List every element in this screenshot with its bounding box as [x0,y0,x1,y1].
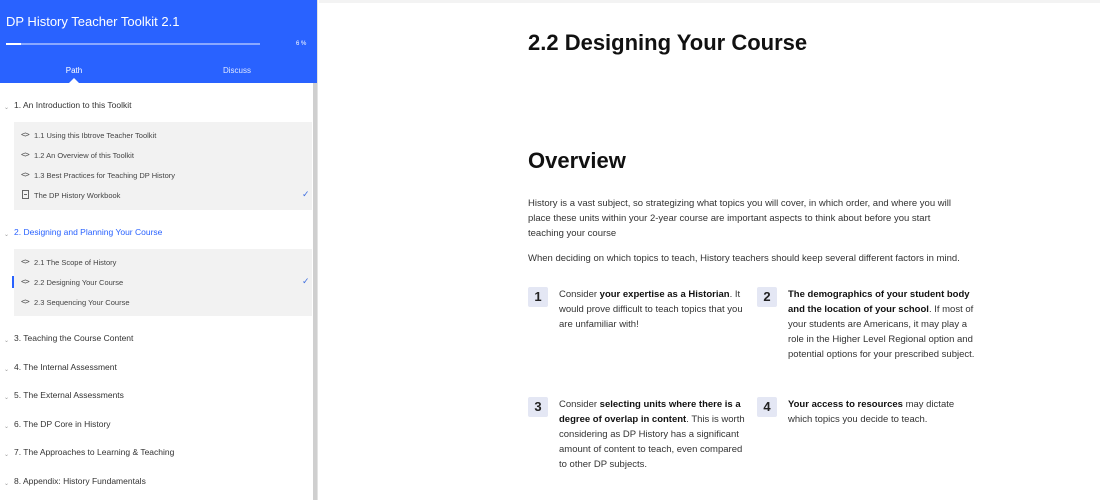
code-icon: <> [21,277,30,286]
section-designing-planning[interactable]: ⌄ 2. Designing and Planning Your Course [0,225,312,243]
list-item[interactable]: <> 1.1 Using this Ibtrove Teacher Toolki… [14,126,312,144]
list-item[interactable]: <> 1.2 An Overview of this Toolkit [14,146,312,164]
code-icon: <> [21,170,30,179]
section-approaches[interactable]: ⌄ 7. The Approaches to Learning & Teachi… [0,445,312,463]
course-title: DP History Teacher Toolkit 2.1 [6,14,180,29]
factor-text: Your access to resources may dictate whi… [788,399,955,425]
section-label: 2. Designing and Planning Your Course [14,227,163,237]
section-label: 4. The Internal Assessment [14,362,117,372]
code-icon: <> [21,257,30,266]
document-icon [22,190,29,199]
item-label: 2.2 Designing Your Course [34,278,124,287]
list-item[interactable]: The DP History Workbook ✓ [14,186,312,204]
checkmark-icon: ✓ [302,189,310,199]
sidebar-header: DP History Teacher Toolkit 2.1 6 % Path … [0,0,317,83]
active-indicator [12,276,14,288]
factor-text: The demographics of your student body an… [788,289,975,360]
top-divider [319,0,1100,3]
list-item[interactable]: <> 2.3 Sequencing Your Course [14,293,312,311]
section-2-items: <> 2.1 The Scope of History <> 2.2 Desig… [12,249,312,316]
section-label: 8. Appendix: History Fundamentals [14,476,146,486]
factor-text: Consider your expertise as a Historian. … [559,289,743,330]
chevron-down-icon: ⌄ [4,395,10,401]
sidebar-scrollbar[interactable] [313,83,317,500]
progress-percent: 6 % [296,41,307,47]
section-label: 6. The DP Core in History [14,419,111,429]
chevron-down-icon: ⌄ [4,105,10,111]
number-badge: 2 [757,287,777,307]
progress-bar [6,43,260,45]
code-icon: <> [21,150,30,159]
factor-text: Consider selecting units where there is … [559,399,745,470]
factors-paragraph: When deciding on which topics to teach, … [528,253,960,264]
section-label: 5. The External Assessments [14,390,124,400]
chevron-down-icon: ⌄ [4,367,10,373]
section-introduction[interactable]: ⌄ 1. An Introduction to this Toolkit [0,98,312,116]
tab-path[interactable]: Path [24,66,124,75]
section-appendix[interactable]: ⌄ 8. Appendix: History Fundamentals [0,474,312,492]
item-label: 1.1 Using this Ibtrove Teacher Toolkit [34,131,157,140]
number-badge: 4 [757,397,777,417]
overview-heading: Overview [528,148,626,173]
list-item[interactable]: <> 1.3 Best Practices for Teaching DP Hi… [14,166,312,184]
item-label: 1.2 An Overview of this Toolkit [34,151,134,160]
item-label: 1.3 Best Practices for Teaching DP Histo… [34,171,176,180]
section-label: 1. An Introduction to this Toolkit [14,100,132,110]
chevron-down-icon: ⌄ [4,232,10,238]
code-icon: <> [21,297,30,306]
checkmark-icon: ✓ [302,276,310,286]
section-label: 3. Teaching the Course Content [14,333,134,343]
section-external-assessments[interactable]: ⌄ 5. The External Assessments [0,388,312,406]
tab-discuss[interactable]: Discuss [187,66,287,75]
sidebar: DP History Teacher Toolkit 2.1 6 % Path … [0,0,318,500]
list-item[interactable]: <> 2.1 The Scope of History [14,253,312,271]
section-dp-core[interactable]: ⌄ 6. The DP Core in History [0,417,312,435]
item-label: 2.3 Sequencing Your Course [34,298,130,307]
progress-fill [6,43,22,45]
section-label: 7. The Approaches to Learning & Teaching [14,447,175,457]
number-badge: 1 [528,287,548,307]
section-internal-assessment[interactable]: ⌄ 4. The Internal Assessment [0,360,312,378]
active-tab-indicator [69,78,79,83]
item-label: The DP History Workbook [34,191,121,200]
intro-paragraph: History is a vast subject, so strategizi… [528,198,951,239]
item-label: 2.1 The Scope of History [34,258,117,267]
list-item-active[interactable]: <> 2.2 Designing Your Course ✓ [12,273,312,291]
number-badge: 3 [528,397,548,417]
chevron-down-icon: ⌄ [4,481,10,487]
chevron-down-icon: ⌄ [4,338,10,344]
chevron-down-icon: ⌄ [4,424,10,430]
chevron-down-icon: ⌄ [4,452,10,458]
page-title: 2.2 Designing Your Course [528,30,808,55]
main-content: 2.2 Designing Your Course Overview Histo… [319,0,1100,500]
section-teaching-content[interactable]: ⌄ 3. Teaching the Course Content [0,331,312,349]
section-1-items: <> 1.1 Using this Ibtrove Teacher Toolki… [14,122,312,210]
code-icon: <> [21,130,30,139]
